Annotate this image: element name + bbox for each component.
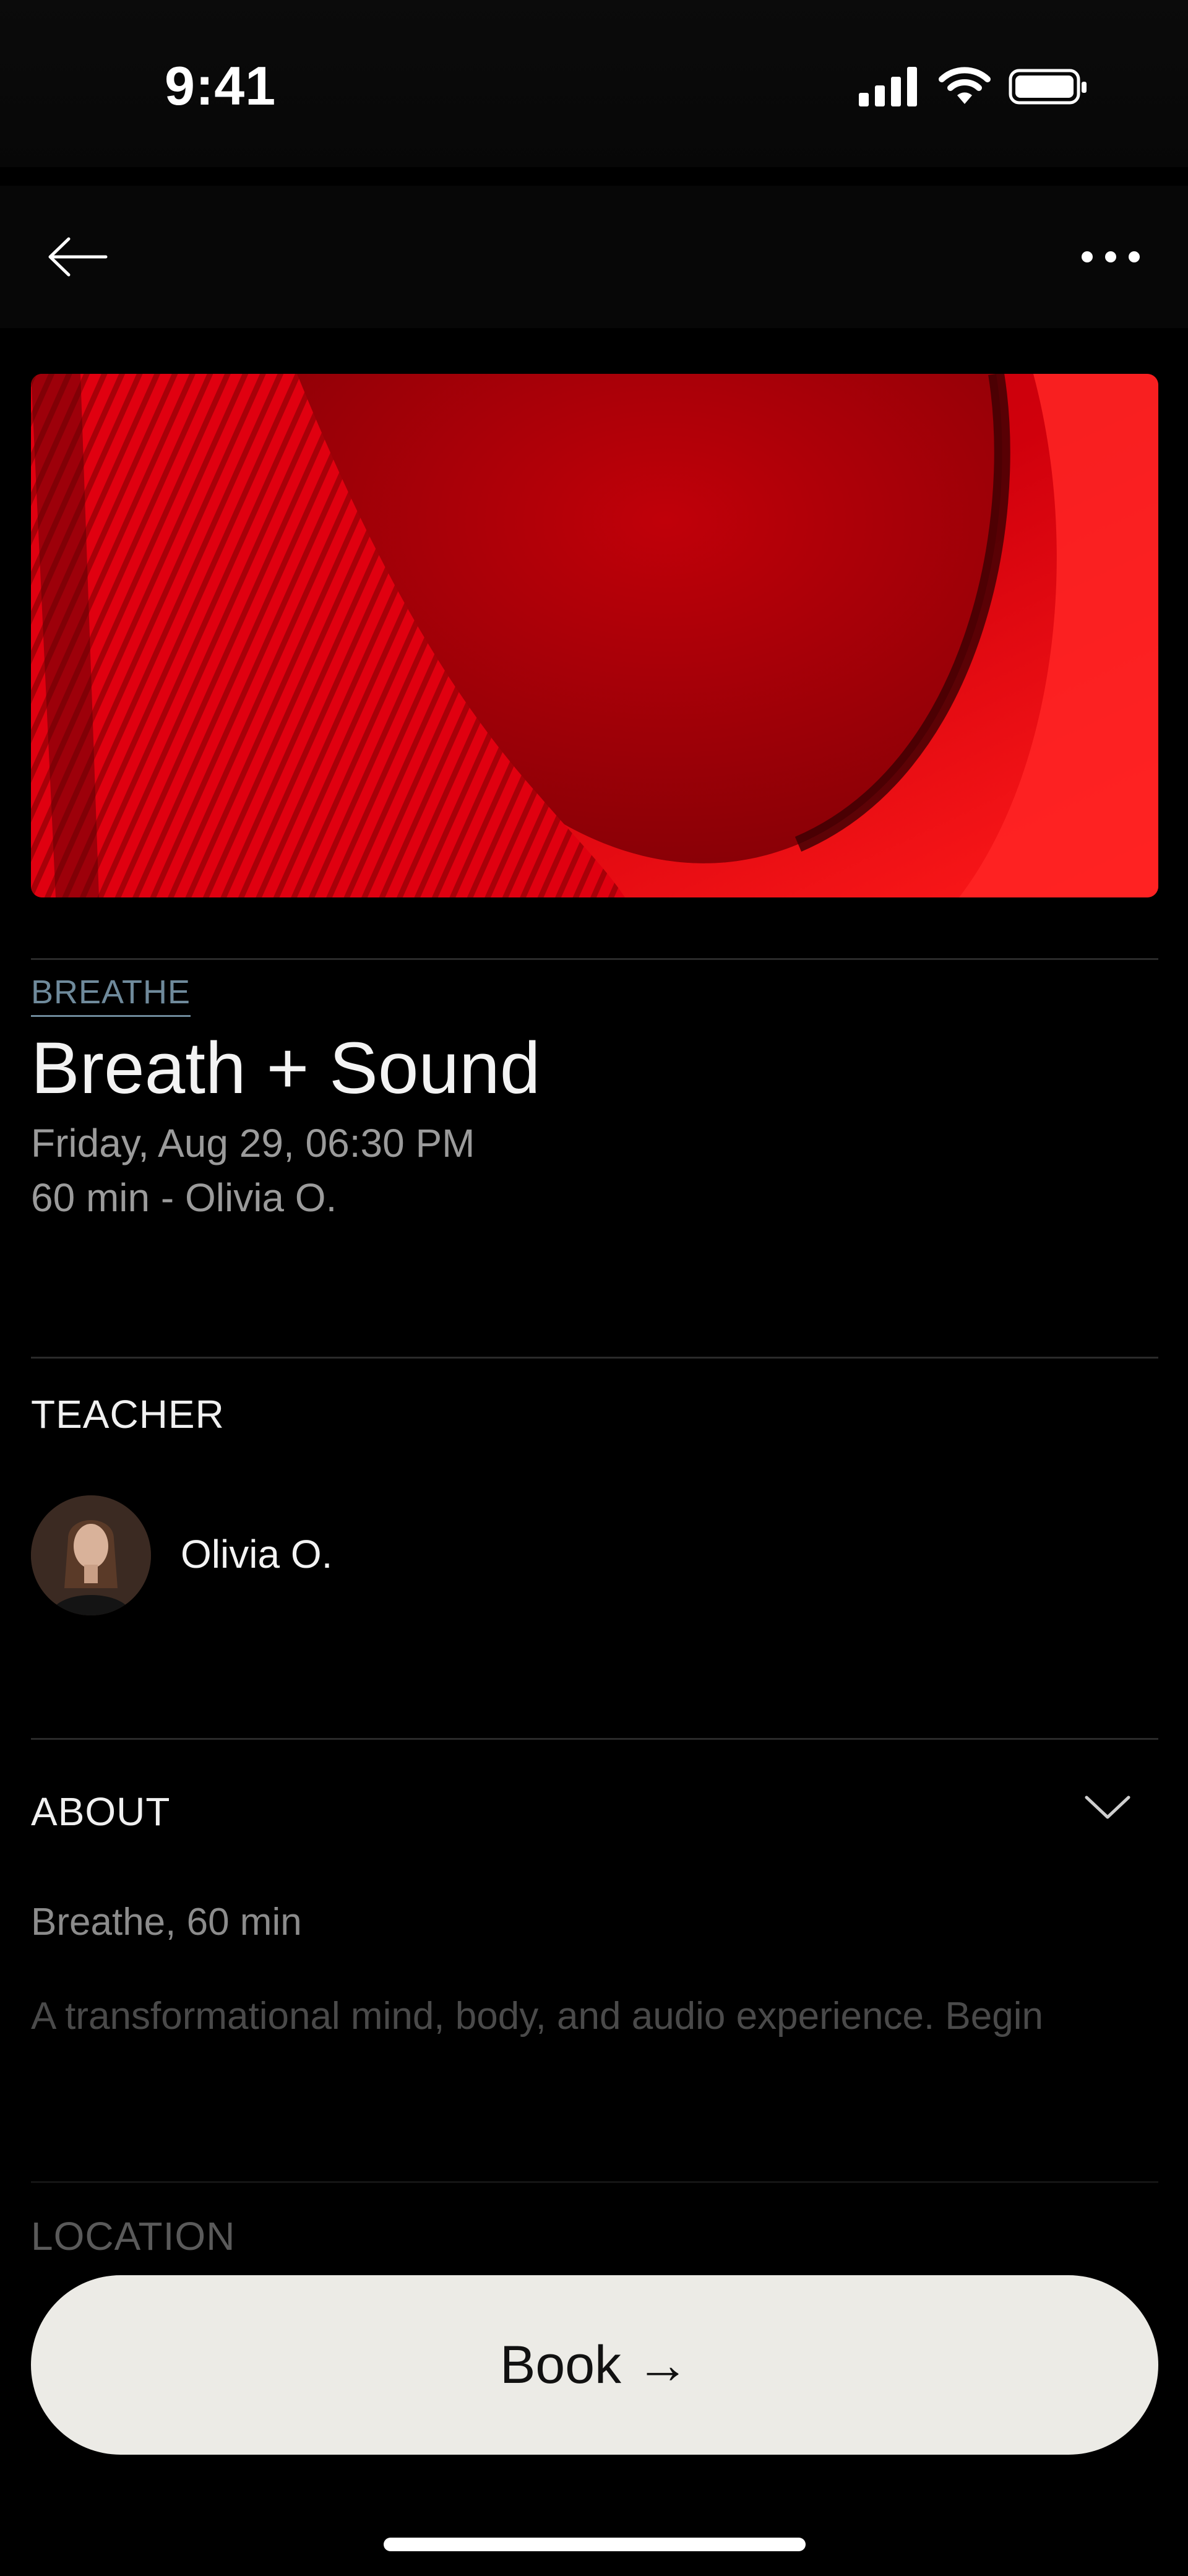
about-section-label[interactable]: ABOUT [31,1789,170,1835]
chevron-down-icon [1085,1796,1130,1819]
teacher-section-label: TEACHER [31,1392,225,1437]
divider [31,958,1158,960]
more-options-button[interactable] [1070,223,1151,291]
category-link[interactable]: BREATHE [31,973,191,1017]
ellipsis-icon [1082,251,1140,262]
status-bar: 9:41 [0,0,1188,167]
battery-icon [1009,69,1087,105]
divider [31,1357,1158,1359]
divider [31,2181,1158,2183]
divider [31,1738,1158,1740]
class-title: Breath + Sound [31,1027,541,1109]
avatar-portrait [31,1495,151,1615]
signal-icon [859,67,917,106]
teacher-name[interactable]: Olivia O. [181,1531,332,1577]
arrow-left-icon [48,237,108,277]
about-description: A transformational mind, body, and audio… [31,1995,1043,2038]
home-indicator [384,2538,806,2551]
nav-bar [0,186,1188,328]
location-section-label: LOCATION [31,2214,236,2258]
back-button[interactable] [43,223,111,291]
status-icons [859,67,1089,106]
status-time: 9:41 [165,55,277,116]
about-toggle[interactable] [1083,1787,1132,1825]
hero-image [31,374,1158,897]
wifi-icon [939,67,991,104]
about-subtitle: Breathe, 60 min [31,1901,302,1943]
hero-artwork [31,374,1158,897]
book-button[interactable]: Book → [31,2275,1158,2455]
class-datetime: Friday, Aug 29, 06:30 PM [31,1121,475,1165]
teacher-avatar[interactable] [31,1495,151,1615]
class-duration-teacher: 60 min - Olivia O. [31,1175,337,1220]
